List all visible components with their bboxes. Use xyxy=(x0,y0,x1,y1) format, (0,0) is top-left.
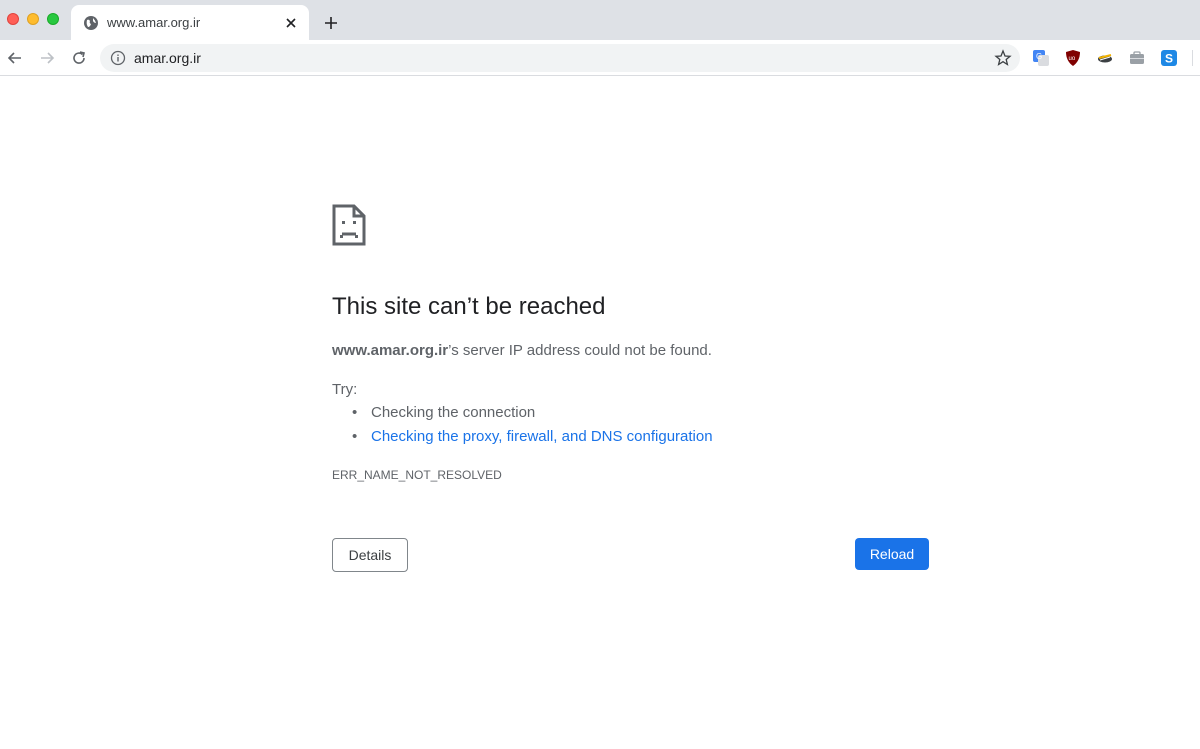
error-host: www.amar.org.ir xyxy=(332,342,449,359)
svg-text:G: G xyxy=(1036,52,1042,61)
suggestion-connection: Checking the connection xyxy=(352,404,713,428)
details-button[interactable]: Details xyxy=(332,538,408,572)
globe-icon xyxy=(84,16,98,30)
error-summary: www.amar.org.ir’s server IP address coul… xyxy=(332,342,712,359)
reload-button[interactable]: Reload xyxy=(855,538,929,570)
reload-icon[interactable] xyxy=(69,48,89,68)
info-icon[interactable] xyxy=(110,50,126,66)
briefcase-icon[interactable] xyxy=(1128,49,1146,67)
ublock-icon[interactable]: uo xyxy=(1064,49,1082,67)
maximize-window-button[interactable] xyxy=(47,13,59,25)
back-arrow-icon[interactable] xyxy=(5,48,25,68)
extension-icon[interactable] xyxy=(1096,49,1114,67)
browser-tab[interactable]: www.amar.org.ir xyxy=(71,5,309,40)
close-icon[interactable] xyxy=(281,13,301,33)
forward-arrow-icon[interactable] xyxy=(37,48,57,68)
s-extension-icon[interactable]: S xyxy=(1160,49,1178,67)
address-bar-url[interactable]: amar.org.ir xyxy=(134,50,201,66)
address-bar[interactable]: amar.org.ir xyxy=(100,44,1020,72)
translate-icon[interactable]: G xyxy=(1032,49,1050,67)
tab-title: www.amar.org.ir xyxy=(107,15,201,30)
plus-icon[interactable] xyxy=(320,12,342,34)
error-summary-text: ’s server IP address could not be found. xyxy=(448,342,712,359)
suggestion-proxy-link[interactable]: Checking the proxy, firewall, and DNS co… xyxy=(352,428,713,452)
sad-page-icon xyxy=(332,204,366,246)
minimize-window-button[interactable] xyxy=(27,13,39,25)
svg-text:uo: uo xyxy=(1069,56,1076,62)
try-label: Try: xyxy=(332,381,358,398)
star-icon[interactable] xyxy=(994,49,1012,67)
suggestions-list: Checking the connection Checking the pro… xyxy=(352,404,713,452)
tab-strip: www.amar.org.ir xyxy=(0,0,1200,40)
error-code: ERR_NAME_NOT_RESOLVED xyxy=(332,468,502,482)
svg-text:S: S xyxy=(1165,52,1173,66)
error-title: This site can’t be reached xyxy=(332,293,606,320)
close-window-button[interactable] xyxy=(7,13,19,25)
toolbar-divider xyxy=(1192,50,1193,66)
browser-toolbar: amar.org.ir xyxy=(0,40,1200,76)
